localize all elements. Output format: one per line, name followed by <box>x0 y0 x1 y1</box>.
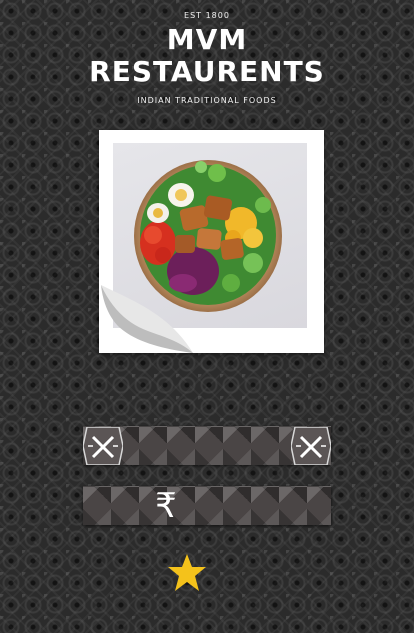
title-line-1: MVM <box>166 23 248 56</box>
food-photo-card[interactable] <box>99 130 324 353</box>
rupee-icon: ₹ <box>155 486 177 526</box>
fork-knife-icon <box>291 427 331 465</box>
fork-knife-icon <box>83 427 123 465</box>
price-button[interactable]: ₹ <box>83 486 331 525</box>
star-icon[interactable] <box>166 553 208 593</box>
restaurant-title: MVM RESTAURENTS <box>0 24 414 88</box>
menu-button[interactable] <box>83 426 331 465</box>
established-label: EST 1800 <box>184 11 230 20</box>
restaurant-subtitle: INDIAN TRADITIONAL FOODS <box>137 96 277 105</box>
title-line-2: RESTAURENTS <box>89 55 325 88</box>
page-curl-icon <box>101 285 193 353</box>
